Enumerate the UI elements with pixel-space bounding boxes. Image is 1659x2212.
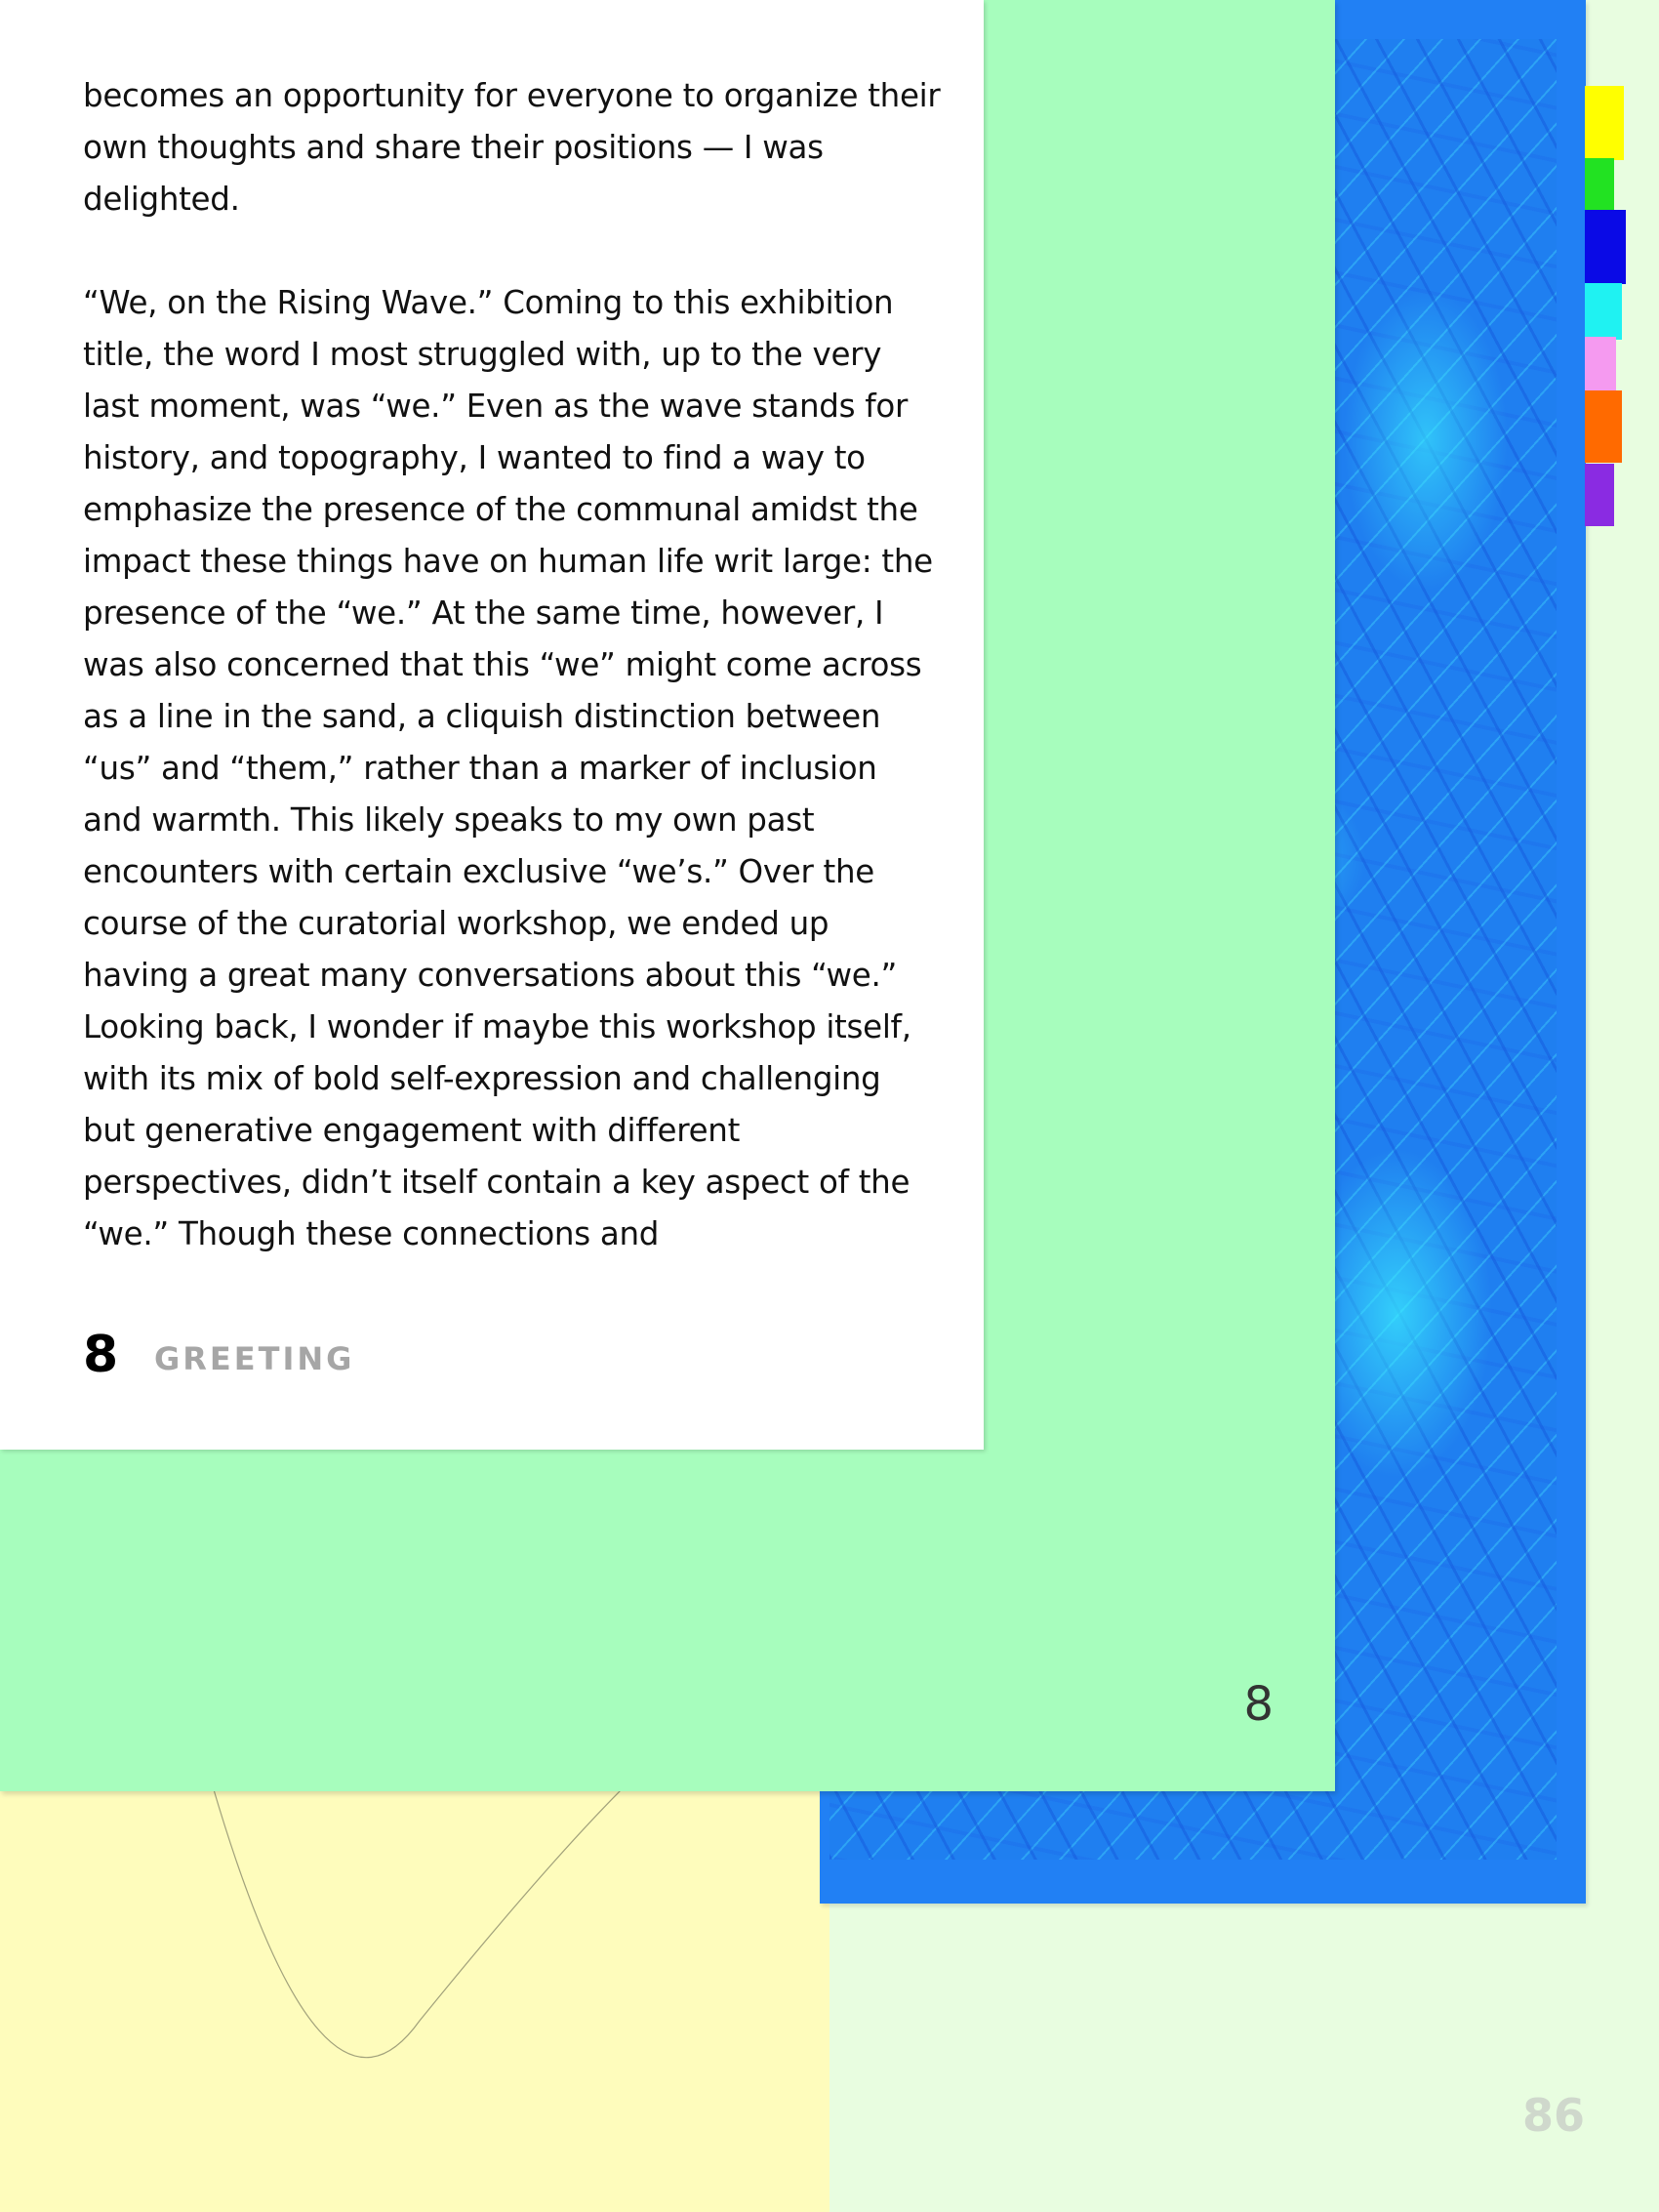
color-tab xyxy=(1585,283,1622,340)
paragraph: becomes an opportunity for everyone to o… xyxy=(83,77,941,218)
page-number: 8 xyxy=(83,1326,119,1384)
color-tab xyxy=(1585,210,1626,284)
color-tab xyxy=(1585,390,1622,463)
green-page-number: 8 xyxy=(1243,1677,1274,1732)
color-index-tabs xyxy=(1585,0,1659,547)
color-tab xyxy=(1585,86,1624,160)
body-text: becomes an opportunity for everyone to o… xyxy=(83,70,942,1312)
color-tab xyxy=(1585,464,1614,526)
text-page: becomes an opportunity for everyone to o… xyxy=(0,0,984,1450)
section-label: GREETING xyxy=(154,1340,355,1377)
paragraph: “We, on the Rising Wave.” Coming to this… xyxy=(83,284,933,1252)
outer-page-number: 86 xyxy=(1522,2089,1586,2142)
